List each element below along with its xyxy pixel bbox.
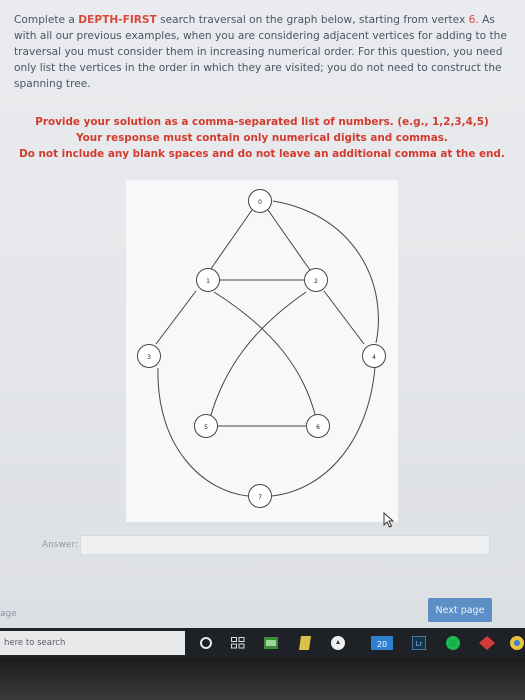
- next-page-button[interactable]: Next page: [428, 598, 492, 622]
- svg-text:6: 6: [316, 424, 320, 431]
- instruction-line-1: Provide your solution as a comma-separat…: [35, 116, 489, 128]
- question-dfs-highlight: DEPTH-FIRST: [78, 14, 157, 26]
- page-label: age: [0, 609, 17, 619]
- svg-text:0: 0: [258, 199, 262, 206]
- edge-2-4: [323, 290, 365, 345]
- instruction-line-2: Your response must contain only numerica…: [76, 132, 448, 144]
- edge-1-6: [213, 291, 317, 419]
- vertex-2: 2: [304, 268, 328, 292]
- svg-text:3: 3: [147, 354, 151, 361]
- mail-icon[interactable]: 20: [370, 634, 394, 652]
- svg-text:1: 1: [206, 278, 210, 285]
- browser-content: Complete a DEPTH-FIRST search traversal …: [0, 0, 525, 628]
- task-view-icon[interactable]: [229, 634, 247, 652]
- monitor-bezel: [0, 658, 525, 700]
- red-app-icon[interactable]: [478, 634, 496, 652]
- taskbar-search-input[interactable]: here to search: [0, 631, 185, 655]
- edge-2-5: [209, 291, 307, 419]
- svg-text:2: 2: [314, 278, 318, 285]
- windows-taskbar: here to search 20 Lr: [0, 628, 525, 658]
- answer-input[interactable]: [80, 535, 490, 555]
- mouse-cursor-icon: [383, 512, 395, 528]
- question-part-1: Complete a: [14, 14, 79, 26]
- edge-0-4: [272, 200, 379, 344]
- instructions: Provide your solution as a comma-separat…: [14, 114, 510, 162]
- answer-label: Answer:: [42, 540, 79, 550]
- spotify-icon[interactable]: [444, 634, 462, 652]
- chrome-icon[interactable]: [508, 634, 525, 652]
- edge-0-1: [207, 209, 253, 274]
- svg-text:5: 5: [204, 424, 208, 431]
- instruction-line-3: Do not include any blank spaces and do n…: [19, 148, 505, 160]
- question-text: Complete a DEPTH-FIRST search traversal …: [14, 12, 510, 92]
- vertex-3: 3: [137, 344, 161, 368]
- vertex-6: 6: [306, 414, 330, 438]
- question-start-vertex: 6.: [468, 14, 479, 26]
- cortana-icon[interactable]: [200, 637, 212, 649]
- svg-text:Lr: Lr: [416, 640, 423, 648]
- vertex-7: 7: [248, 484, 272, 508]
- vertex-1: 1: [196, 268, 220, 292]
- calculator-icon[interactable]: [262, 634, 280, 652]
- lightroom-icon[interactable]: Lr: [410, 634, 428, 652]
- graph-figure: 0 1 2 3 4 5 6 7: [126, 180, 398, 522]
- edge-1-3: [155, 290, 197, 345]
- svg-text:20: 20: [377, 640, 387, 649]
- svg-text:4: 4: [372, 354, 376, 361]
- vertex-5: 5: [194, 414, 218, 438]
- graph-diagram: 0 1 2 3 4 5 6 7: [137, 189, 386, 508]
- app-icon[interactable]: [329, 634, 347, 652]
- vertex-4: 4: [362, 344, 386, 368]
- edge-0-2: [267, 209, 313, 274]
- vertex-0: 0: [248, 189, 272, 213]
- svg-text:7: 7: [258, 494, 262, 501]
- notes-icon[interactable]: [296, 634, 314, 652]
- question-part-2: search traversal on the graph below, sta…: [156, 14, 469, 26]
